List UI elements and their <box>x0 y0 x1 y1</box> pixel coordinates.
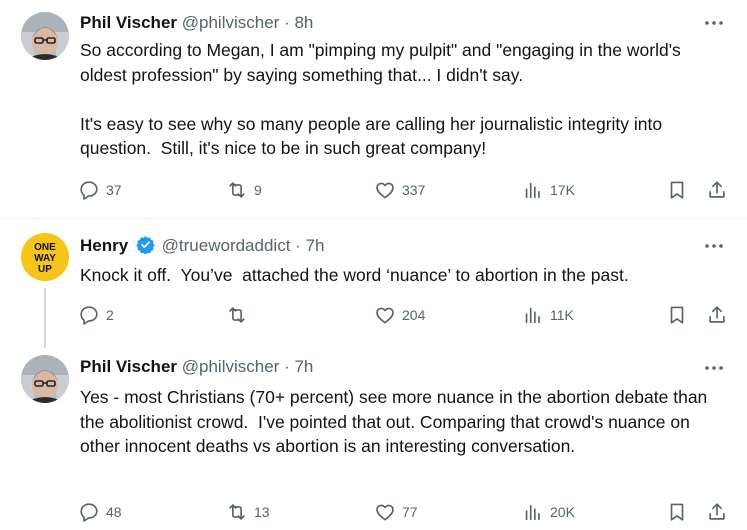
avatar-henry[interactable]: ONE WAY UP <box>21 233 69 281</box>
reply-count: 37 <box>106 182 122 198</box>
bookmark-button[interactable] <box>666 302 688 328</box>
tweet-text: Knock it off. You’ve attached the word ‘… <box>80 265 629 285</box>
reply-button[interactable]: 48 <box>78 499 122 525</box>
repost-count: 9 <box>254 182 262 198</box>
bookmark-button[interactable] <box>666 177 688 203</box>
like-icon <box>376 307 394 324</box>
views-button[interactable]: 20K <box>522 499 575 525</box>
share-button[interactable] <box>706 499 728 525</box>
timestamp[interactable]: 8h <box>294 13 313 32</box>
timestamp[interactable]: 7h <box>294 357 313 376</box>
views-button[interactable]: 11K <box>522 302 574 328</box>
timestamp[interactable]: 7h <box>306 236 325 255</box>
tweet-actions: 2 204 11K <box>78 302 730 328</box>
reply-count: 2 <box>106 307 114 323</box>
views-button[interactable]: 17K <box>522 177 575 203</box>
like-button[interactable]: 77 <box>374 499 418 525</box>
more-icon[interactable] <box>703 238 725 254</box>
repost-icon <box>229 182 245 198</box>
separator-dot: · <box>295 236 301 255</box>
like-icon <box>376 504 394 521</box>
like-count: 77 <box>402 504 418 520</box>
tweet-2[interactable]: ONE WAY UP Henry @truewordaddict · 7h Kn… <box>0 219 747 343</box>
reply-button[interactable]: 37 <box>78 177 122 203</box>
tweet-1[interactable]: Phil Vischer @philvischer · 8h So accord… <box>0 0 747 218</box>
avatar-text-1: ONE <box>34 242 56 253</box>
views-count: 17K <box>550 182 575 198</box>
more-icon[interactable] <box>703 360 725 376</box>
tweet-actions: 37 9 337 17K <box>78 177 730 203</box>
avatar-text-3: UP <box>38 264 52 275</box>
repost-icon <box>229 504 245 520</box>
like-button[interactable]: 204 <box>374 302 425 328</box>
separator-dot: · <box>284 13 290 32</box>
tweet-header: Phil Vischer @philvischer · 7h <box>80 357 313 377</box>
reply-count: 48 <box>106 504 122 520</box>
avatar-philvischer[interactable] <box>21 355 69 403</box>
tweet-actions: 48 13 77 20K <box>78 499 730 525</box>
bookmark-icon <box>670 503 684 521</box>
share-button[interactable] <box>706 177 728 203</box>
like-icon <box>376 182 394 199</box>
share-icon <box>709 181 725 198</box>
author-name[interactable]: Henry <box>80 236 128 255</box>
views-icon <box>525 182 540 199</box>
like-count: 337 <box>402 182 426 198</box>
repost-button[interactable] <box>226 302 254 328</box>
views-count: 20K <box>550 504 575 520</box>
reply-icon <box>80 503 98 522</box>
repost-button[interactable]: 13 <box>226 499 270 525</box>
author-handle[interactable]: @truewordaddict <box>162 236 291 255</box>
author-handle[interactable]: @philvischer <box>182 13 280 32</box>
avatar-text-2: WAY <box>34 253 56 264</box>
tweet-header: Phil Vischer @philvischer · 8h <box>80 13 313 33</box>
reply-icon <box>80 306 98 325</box>
reply-icon <box>80 181 98 200</box>
tweet-3[interactable]: Phil Vischer @philvischer · 7h Yes - mos… <box>0 343 747 530</box>
share-icon <box>709 503 725 520</box>
separator-dot: · <box>284 357 290 376</box>
share-icon <box>709 306 725 323</box>
like-button[interactable]: 337 <box>374 177 425 203</box>
avatar-philvischer[interactable] <box>21 12 69 60</box>
share-button[interactable] <box>706 302 728 328</box>
tweet-text: Yes - most Christians (70+ percent) see … <box>80 387 713 456</box>
bookmark-icon <box>670 181 684 199</box>
bookmark-button[interactable] <box>666 499 688 525</box>
repost-count: 13 <box>254 504 270 520</box>
author-handle[interactable]: @philvischer <box>182 357 280 376</box>
views-icon <box>525 307 540 324</box>
tweet-header: Henry @truewordaddict · 7h <box>80 235 324 256</box>
tweet-text: So according to Megan, I am "pimping my … <box>80 40 681 158</box>
verified-icon[interactable] <box>136 235 155 254</box>
more-icon[interactable] <box>703 15 725 31</box>
author-name[interactable]: Phil Vischer <box>80 357 177 376</box>
author-name[interactable]: Phil Vischer <box>80 13 177 32</box>
repost-icon <box>229 307 245 323</box>
repost-button[interactable]: 9 <box>226 177 262 203</box>
bookmark-icon <box>670 306 684 324</box>
views-count: 11K <box>550 307 574 323</box>
views-icon <box>525 504 540 521</box>
reply-button[interactable]: 2 <box>78 302 114 328</box>
like-count: 204 <box>402 307 426 323</box>
